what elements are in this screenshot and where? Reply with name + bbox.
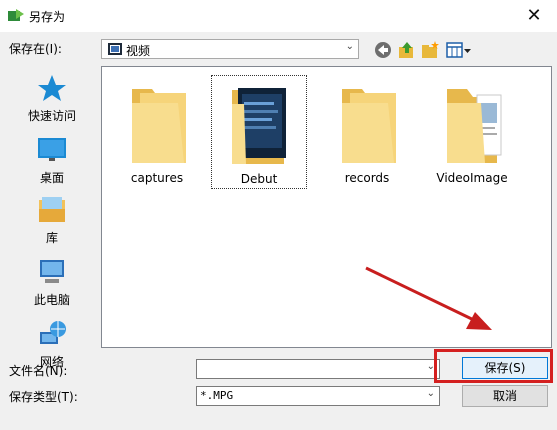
annotation-arrow: [365, 266, 492, 330]
